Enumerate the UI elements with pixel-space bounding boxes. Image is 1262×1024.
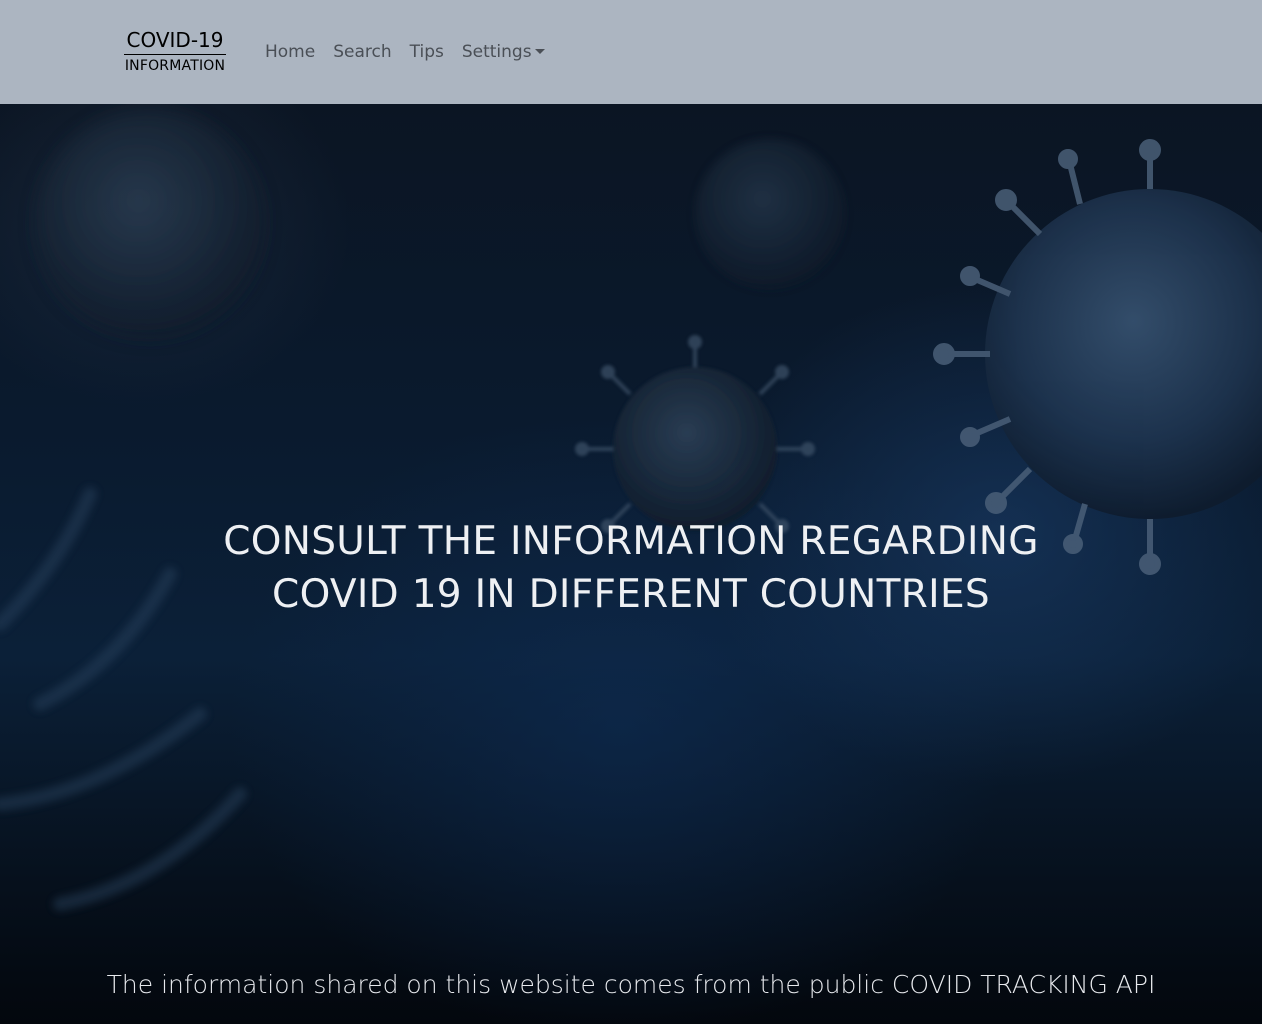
hero-section: CONSULT THE INFORMATION REGARDING COVID …	[0, 104, 1262, 1024]
hero-title-line1: CONSULT THE INFORMATION REGARDING	[223, 519, 1039, 564]
nav-link-tips[interactable]: Tips	[410, 38, 444, 66]
hero-title: CONSULT THE INFORMATION REGARDING COVID …	[0, 515, 1262, 621]
brand-subtitle: INFORMATION	[124, 58, 226, 74]
nav-link-search[interactable]: Search	[333, 38, 391, 66]
main-nav: Home Search Tips Settings	[257, 38, 563, 66]
navbar: COVID-19 INFORMATION Home Search Tips Se…	[0, 0, 1262, 104]
data-source-note: The information shared on this website c…	[106, 970, 1156, 999]
caret-down-icon	[534, 49, 545, 54]
nav-link-home[interactable]: Home	[265, 38, 315, 66]
brand-logo[interactable]: COVID-19 INFORMATION	[116, 26, 234, 77]
nav-dropdown-settings-label: Settings	[461, 42, 532, 62]
brand-title: COVID-19	[124, 26, 226, 55]
nav-dropdown-settings[interactable]: Settings	[462, 38, 545, 66]
hero-title-line2: COVID 19 IN DIFFERENT COUNTRIES	[272, 572, 990, 617]
